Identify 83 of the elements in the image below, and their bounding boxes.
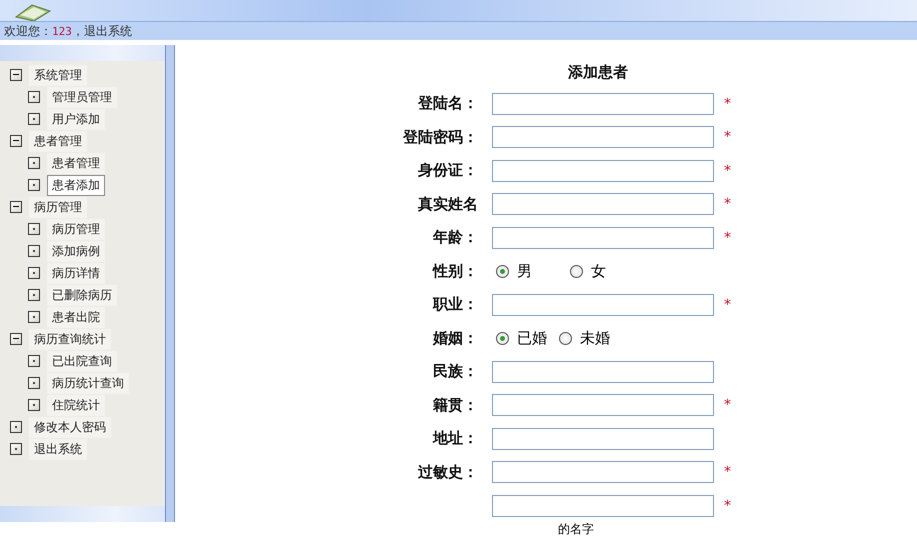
leaf-icon	[10, 421, 22, 433]
input-field[interactable]	[492, 494, 714, 517]
input-field[interactable]	[492, 193, 714, 216]
required-mark: *	[724, 96, 731, 112]
required-mark: *	[724, 196, 731, 212]
required-mark: *	[724, 162, 731, 179]
input-field[interactable]	[492, 160, 714, 182]
required-mark: *	[724, 397, 731, 414]
input-field[interactable]	[492, 461, 714, 484]
tree-item[interactable]: 用户添加	[47, 108, 105, 130]
collapse-icon[interactable]	[10, 135, 22, 147]
tree-item[interactable]: 病历详情	[47, 262, 105, 284]
field-label: 登陆名：	[416, 94, 478, 114]
collapse-icon[interactable]	[10, 201, 22, 213]
input-field[interactable]	[492, 394, 714, 416]
radio-button[interactable]	[496, 264, 509, 278]
field-label: 职业：	[432, 295, 478, 314]
required-mark: *	[724, 498, 731, 514]
required-mark: *	[724, 129, 731, 146]
tree-item[interactable]: 已删除病历	[47, 284, 117, 306]
tree-item[interactable]: 患者添加	[47, 174, 105, 196]
note-text: 的名字	[558, 520, 595, 538]
input-field[interactable]	[492, 428, 714, 450]
field-label: 登陆密码：	[402, 128, 478, 147]
radio-label: 已婚	[517, 328, 547, 348]
radio-label: 男	[517, 262, 532, 281]
radio-button[interactable]	[496, 332, 509, 345]
leaf-icon	[28, 157, 40, 169]
field-label: 年龄：	[432, 228, 478, 248]
tree-item[interactable]: 系统管理	[29, 64, 87, 86]
radio-label: 女	[591, 262, 606, 281]
tree-item[interactable]: 添加病例	[47, 240, 105, 262]
tree-item[interactable]: 住院统计	[47, 394, 105, 416]
leaf-icon	[28, 223, 40, 235]
tree-item[interactable]: 病历管理	[29, 196, 87, 218]
field-label: 婚姻：	[432, 328, 478, 348]
input-field[interactable]	[492, 226, 714, 249]
radio-button[interactable]	[559, 332, 572, 345]
tree-item[interactable]: 管理员管理	[47, 86, 117, 108]
tree-item[interactable]: 退出系统	[29, 438, 87, 460]
required-mark: *	[724, 296, 731, 313]
tree-item[interactable]: 病历管理	[47, 218, 105, 240]
radio-label: 未婚	[580, 328, 610, 348]
field-label: 民族：	[432, 362, 478, 382]
required-mark: *	[724, 230, 731, 246]
tree-item[interactable]: 已出院查询	[47, 350, 117, 372]
form-title: 添加患者	[567, 63, 629, 83]
leaf-icon	[28, 245, 40, 257]
leaf-icon	[28, 377, 40, 389]
user-name: 123	[52, 25, 72, 38]
field-label: 身份证：	[417, 161, 478, 180]
tree-item[interactable]: 患者管理	[47, 152, 105, 174]
collapse-icon[interactable]	[10, 333, 22, 345]
collapse-icon[interactable]	[10, 69, 22, 81]
leaf-icon	[28, 91, 40, 103]
books-icon	[14, 3, 54, 21]
leaf-icon	[28, 113, 40, 125]
required-mark: *	[724, 464, 731, 480]
input-field[interactable]	[492, 294, 714, 316]
field-label: 地址：	[432, 429, 478, 448]
input-field[interactable]	[492, 92, 714, 115]
field-label: 籍贯：	[432, 396, 478, 415]
leaf-icon	[28, 355, 40, 367]
logout-link[interactable]: ，退出系统	[72, 24, 132, 38]
radio-button[interactable]	[570, 264, 583, 278]
field-label: 性别：	[431, 262, 478, 281]
tree-item[interactable]: 患者出院	[47, 306, 105, 328]
field-label: 过敏史：	[417, 462, 478, 482]
tree-item[interactable]: 病历查询统计	[29, 328, 111, 350]
leaf-icon	[10, 443, 22, 455]
field-label: 真实姓名	[417, 194, 478, 214]
tree-item[interactable]: 修改本人密码	[29, 416, 111, 438]
leaf-icon	[28, 179, 40, 191]
leaf-icon	[28, 399, 40, 411]
tree-item[interactable]: 病历统计查询	[47, 372, 129, 394]
input-field[interactable]	[492, 360, 714, 383]
leaf-icon	[28, 311, 40, 323]
tree-item[interactable]: 患者管理	[29, 130, 87, 152]
leaf-icon	[28, 289, 40, 301]
input-field[interactable]	[492, 126, 714, 148]
splitter-bar[interactable]	[165, 45, 175, 522]
leaf-icon	[28, 267, 40, 279]
welcome-text: 欢迎您：	[4, 24, 52, 38]
